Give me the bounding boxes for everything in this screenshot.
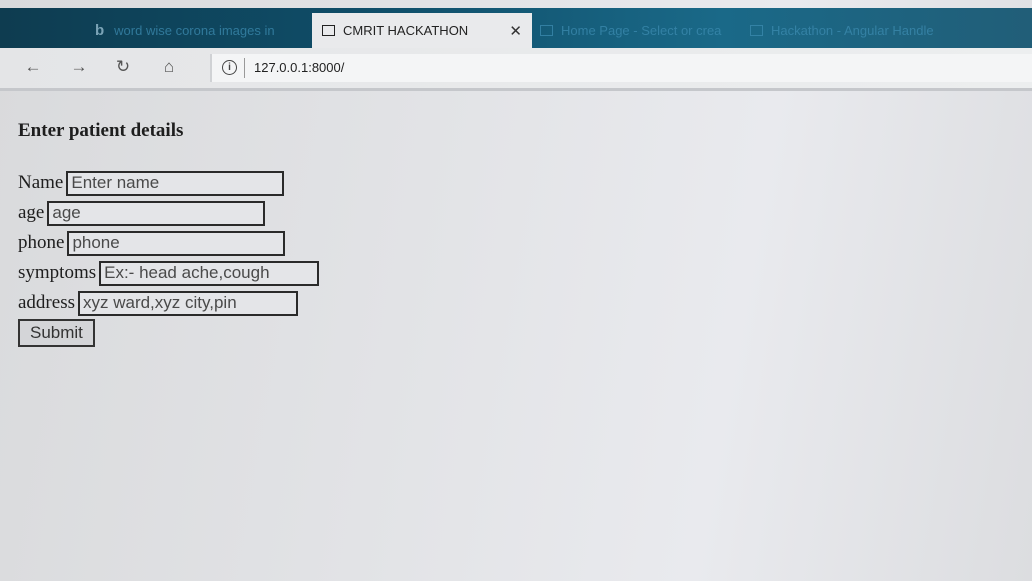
page-content: Enter patient details Name age phone sym… bbox=[18, 120, 320, 347]
name-row: Name bbox=[18, 168, 319, 198]
patient-form: Name age phone symptoms address Submit bbox=[18, 168, 320, 347]
bing-icon: b bbox=[95, 22, 105, 39]
page-icon bbox=[540, 25, 553, 36]
page-title: Enter patient details bbox=[18, 120, 184, 141]
forward-arrow-icon[interactable]: → bbox=[66, 56, 92, 78]
age-input[interactable] bbox=[47, 200, 266, 226]
tab-label: Hackathon - Angular Handle bbox=[771, 23, 934, 38]
tab-strip: b word wise corona images in CMRIT HACKA… bbox=[0, 8, 1032, 48]
name-input[interactable] bbox=[66, 170, 285, 196]
close-icon[interactable]: ✕ bbox=[509, 22, 522, 40]
phone-row: phone bbox=[18, 228, 319, 258]
symptoms-input[interactable] bbox=[99, 260, 320, 286]
tab-label: word wise corona images in bbox=[114, 23, 275, 38]
phone-input[interactable] bbox=[67, 230, 286, 256]
symptoms-row: symptoms bbox=[18, 258, 320, 288]
address-divider bbox=[244, 58, 245, 78]
refresh-icon[interactable]: ↻ bbox=[110, 56, 136, 78]
tab-corona-images[interactable]: b word wise corona images in bbox=[95, 13, 310, 48]
page-icon bbox=[750, 25, 763, 36]
tab-label: Home Page - Select or crea bbox=[561, 23, 722, 38]
address-row: address bbox=[18, 288, 319, 318]
name-label: Name bbox=[18, 172, 64, 193]
tab-cmrit-hackathon[interactable]: CMRIT HACKATHON ✕ bbox=[312, 13, 532, 48]
age-label: age bbox=[18, 202, 45, 223]
back-arrow-icon[interactable]: ← bbox=[20, 56, 46, 78]
address-label: address bbox=[18, 292, 75, 313]
phone-label: phone bbox=[18, 232, 65, 253]
info-icon[interactable]: i bbox=[222, 60, 237, 75]
tab-home-page[interactable]: Home Page - Select or crea bbox=[540, 13, 740, 48]
tab-hackathon-angular[interactable]: Hackathon - Angular Handle bbox=[750, 13, 940, 48]
home-icon[interactable]: ⌂ bbox=[156, 56, 182, 78]
symptoms-label: symptoms bbox=[18, 262, 97, 283]
address-bar[interactable]: i 127.0.0.1:8000/ bbox=[210, 54, 1032, 82]
url-text[interactable]: 127.0.0.1:8000/ bbox=[254, 60, 344, 75]
address-input[interactable] bbox=[77, 290, 298, 316]
screen: b word wise corona images in CMRIT HACKA… bbox=[0, 0, 1032, 581]
age-row: age bbox=[18, 198, 319, 228]
tab-label: CMRIT HACKATHON bbox=[343, 23, 469, 38]
page-icon bbox=[322, 25, 335, 36]
browser-toolbar: ← → ↻ ⌂ i 127.0.0.1:8000/ bbox=[0, 48, 1032, 91]
submit-button[interactable]: Submit bbox=[18, 319, 95, 347]
